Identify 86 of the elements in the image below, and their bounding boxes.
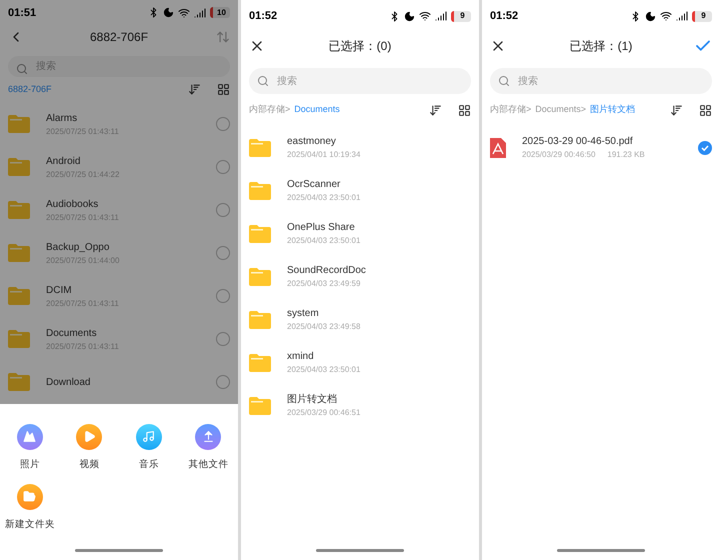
screen-title: 已选择：(0) [328, 38, 392, 55]
mountain-icon [23, 430, 36, 443]
file-name: xmind [287, 350, 315, 364]
file-name: system [287, 307, 320, 321]
swap-icon[interactable] [216, 30, 230, 44]
file-name: SoundRecordDoc [287, 264, 367, 278]
file-name: OcrScanner [287, 178, 342, 192]
sort-icon[interactable] [429, 104, 442, 116]
screen-title: 6882-706F [90, 28, 148, 46]
music-note-icon [142, 430, 156, 443]
folder-icon [8, 330, 30, 348]
file-date: 2025/04/03 23:49:58 [287, 321, 360, 333]
file-name: OnePlus Share [287, 221, 356, 235]
folder-icon [8, 115, 30, 133]
breadcrumb-link[interactable]: 内部存储> [490, 103, 532, 117]
file-name: Backup_Oppo [46, 240, 110, 254]
moon-icon [404, 10, 415, 22]
signal-icon [194, 6, 206, 19]
file-name: Documents [46, 326, 98, 340]
bluetooth-icon [389, 10, 400, 22]
folder-icon [249, 396, 271, 414]
sort-icon[interactable] [670, 104, 683, 116]
search-field[interactable]: 搜索 [249, 68, 471, 94]
file-date: 2025/04/03 23:50:01 [287, 235, 360, 247]
file-name: 图片转文档 [287, 392, 338, 407]
screen-title: 已选择：(1) [570, 38, 632, 55]
search-icon [498, 75, 510, 87]
breadcrumb-link[interactable]: Documents> [535, 103, 586, 117]
file-date: 2025/04/03 23:50:01 [287, 192, 360, 204]
file-size: 191.23 KB [607, 149, 645, 161]
folder-icon [8, 373, 30, 391]
sheet-action[interactable]: 音乐 [119, 424, 178, 472]
sheet-action[interactable]: 照片 [0, 424, 60, 472]
signal-icon [435, 10, 447, 22]
grid-view-icon[interactable] [217, 83, 230, 96]
folder-icon [8, 201, 30, 219]
file-name: Download [46, 376, 92, 390]
search-icon [257, 75, 269, 87]
folder-icon [249, 354, 271, 372]
grid-view-icon[interactable] [699, 104, 712, 116]
sheet-action[interactable]: 视频 [60, 424, 119, 472]
file-name: eastmoney [287, 135, 337, 149]
file-date: 2025/04/01 10:19:34 [287, 149, 360, 161]
file-name: DCIM [46, 284, 73, 298]
status-time: 01:52 [490, 8, 518, 24]
status-time: 01:52 [249, 8, 278, 24]
folder-icon [249, 224, 271, 242]
moon-icon [163, 7, 174, 18]
pdf-file-icon [490, 138, 506, 158]
bluetooth-icon [148, 7, 159, 18]
breadcrumb-link[interactable]: 6882-706F [8, 82, 52, 96]
search-icon [16, 63, 28, 76]
folder-icon [8, 287, 30, 305]
folder-icon [8, 158, 30, 176]
checked-circle[interactable] [698, 140, 712, 154]
file-date: 2025/03/29 00:46:51 [287, 407, 360, 419]
file-name: Android [46, 154, 82, 168]
folder-icon [23, 490, 36, 504]
play-icon [82, 430, 96, 443]
folder-icon [249, 310, 271, 328]
folder-icon [249, 138, 271, 156]
folder-icon [8, 244, 30, 262]
sheet-action[interactable]: 新建文件夹 [0, 484, 60, 532]
file-name: 2025-03-29 00-46-50.pdf [522, 135, 634, 149]
file-name: Audiobooks [46, 198, 100, 212]
upload-icon [202, 430, 215, 443]
breadcrumb-link[interactable]: 内部存储> [249, 103, 290, 117]
file-date: 2025/03/29 00:46:50 [522, 149, 596, 161]
sort-icon[interactable] [188, 83, 201, 96]
file-date: 2025/04/03 23:49:59 [287, 278, 360, 290]
battery-icon: 9 [692, 10, 712, 22]
battery-icon: 10 [210, 7, 230, 18]
search-field[interactable]: 搜索 [490, 68, 712, 94]
breadcrumb-link[interactable]: Documents [294, 103, 340, 117]
battery-icon: 9 [451, 10, 471, 22]
status-time: 01:51 [8, 6, 36, 21]
moon-icon [645, 10, 656, 22]
signal-icon [676, 10, 688, 22]
sheet-action[interactable]: 其他文件 [178, 424, 238, 472]
grid-view-icon[interactable] [458, 104, 471, 116]
breadcrumb-link[interactable]: 图片转文档 [590, 103, 636, 117]
folder-icon [249, 268, 271, 286]
file-name: Alarms [46, 112, 78, 126]
folder-icon [249, 182, 271, 200]
bluetooth-icon [630, 10, 641, 22]
file-date: 2025/04/03 23:50:01 [287, 364, 360, 376]
